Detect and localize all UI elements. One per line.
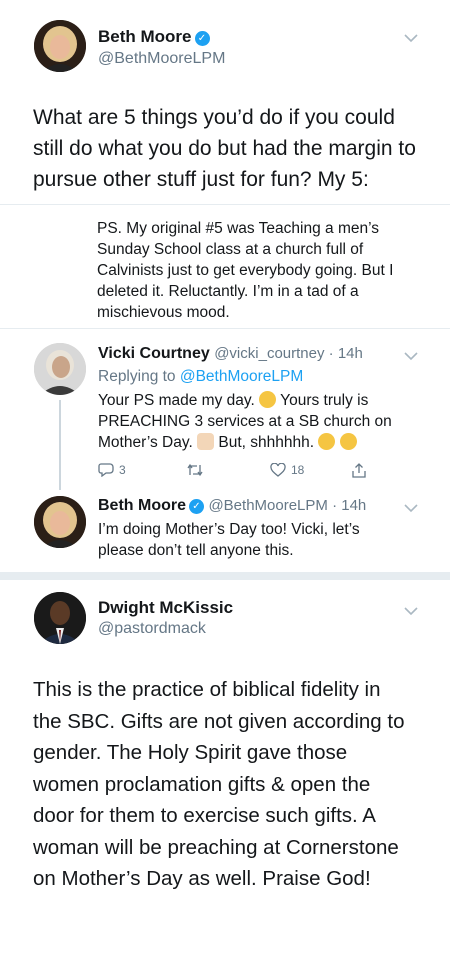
like-icon (270, 463, 286, 477)
divider (0, 204, 450, 205)
replying-to-handle[interactable]: @BethMooreLPM (180, 368, 303, 385)
avatar[interactable] (34, 343, 86, 395)
author-handle[interactable]: @BethMooreLPM (98, 50, 225, 68)
reply-text-part: But, shhhhhh. (218, 434, 315, 451)
replying-to-label: Replying to (98, 368, 176, 385)
author-name[interactable]: Beth Moore (98, 497, 186, 514)
tweet-text: This is the practice of biblical fidelit… (33, 678, 405, 890)
avatar[interactable] (34, 592, 86, 644)
chevron-down-icon[interactable] (404, 30, 418, 46)
time-separator: · (327, 497, 342, 514)
timestamp[interactable]: 14h (338, 345, 363, 362)
author-name[interactable]: Vicki Courtney (98, 345, 210, 362)
divider (0, 328, 450, 329)
like-button[interactable]: 18 (270, 463, 304, 477)
chevron-down-icon[interactable] (404, 603, 418, 619)
reply-text: I’m doing Mother’s Day too! Vicki, let’s… (98, 521, 360, 559)
share-icon (352, 463, 366, 478)
reply-button[interactable]: 3 (98, 463, 126, 477)
laughing-emoji-icon (259, 391, 277, 408)
tweet-text: What are 5 things you’d do if you could … (33, 106, 416, 191)
chevron-down-icon[interactable] (404, 500, 418, 516)
reply-text-part: Your PS made my day. (98, 392, 255, 409)
avatar[interactable] (34, 20, 86, 72)
author-handle[interactable]: @pastordmack (98, 620, 206, 638)
tweet-text: PS. My original #5 was Teaching a men’s … (97, 220, 394, 321)
author-handle[interactable]: @BethMooreLPM (208, 497, 327, 514)
time-separator: · (324, 345, 338, 362)
raised-hands-emoji-icon (197, 433, 215, 450)
share-button[interactable] (352, 463, 371, 478)
hushed-emoji-icon (318, 433, 336, 450)
avatar[interactable] (34, 496, 86, 548)
retweet-icon (187, 463, 203, 477)
author-name[interactable]: Beth Moore (98, 27, 192, 46)
author-name[interactable]: Dwight McKissic (98, 598, 233, 618)
winking-emoji-icon (339, 433, 357, 450)
like-count: 18 (291, 463, 305, 477)
reply-count: 3 (119, 463, 126, 477)
retweet-button[interactable] (186, 463, 209, 477)
divider (0, 572, 450, 580)
verified-badge-icon: ✓ (194, 31, 210, 46)
timestamp[interactable]: 14h (341, 497, 366, 514)
reply-icon (98, 463, 114, 477)
verified-badge-icon: ✓ (189, 499, 204, 514)
author-handle[interactable]: @vicki_courtney (214, 345, 324, 362)
thread-line (59, 400, 61, 490)
chevron-down-icon[interactable] (404, 348, 418, 364)
reply-text: Your PS made my day. Yours truly is PREA… (98, 390, 423, 453)
